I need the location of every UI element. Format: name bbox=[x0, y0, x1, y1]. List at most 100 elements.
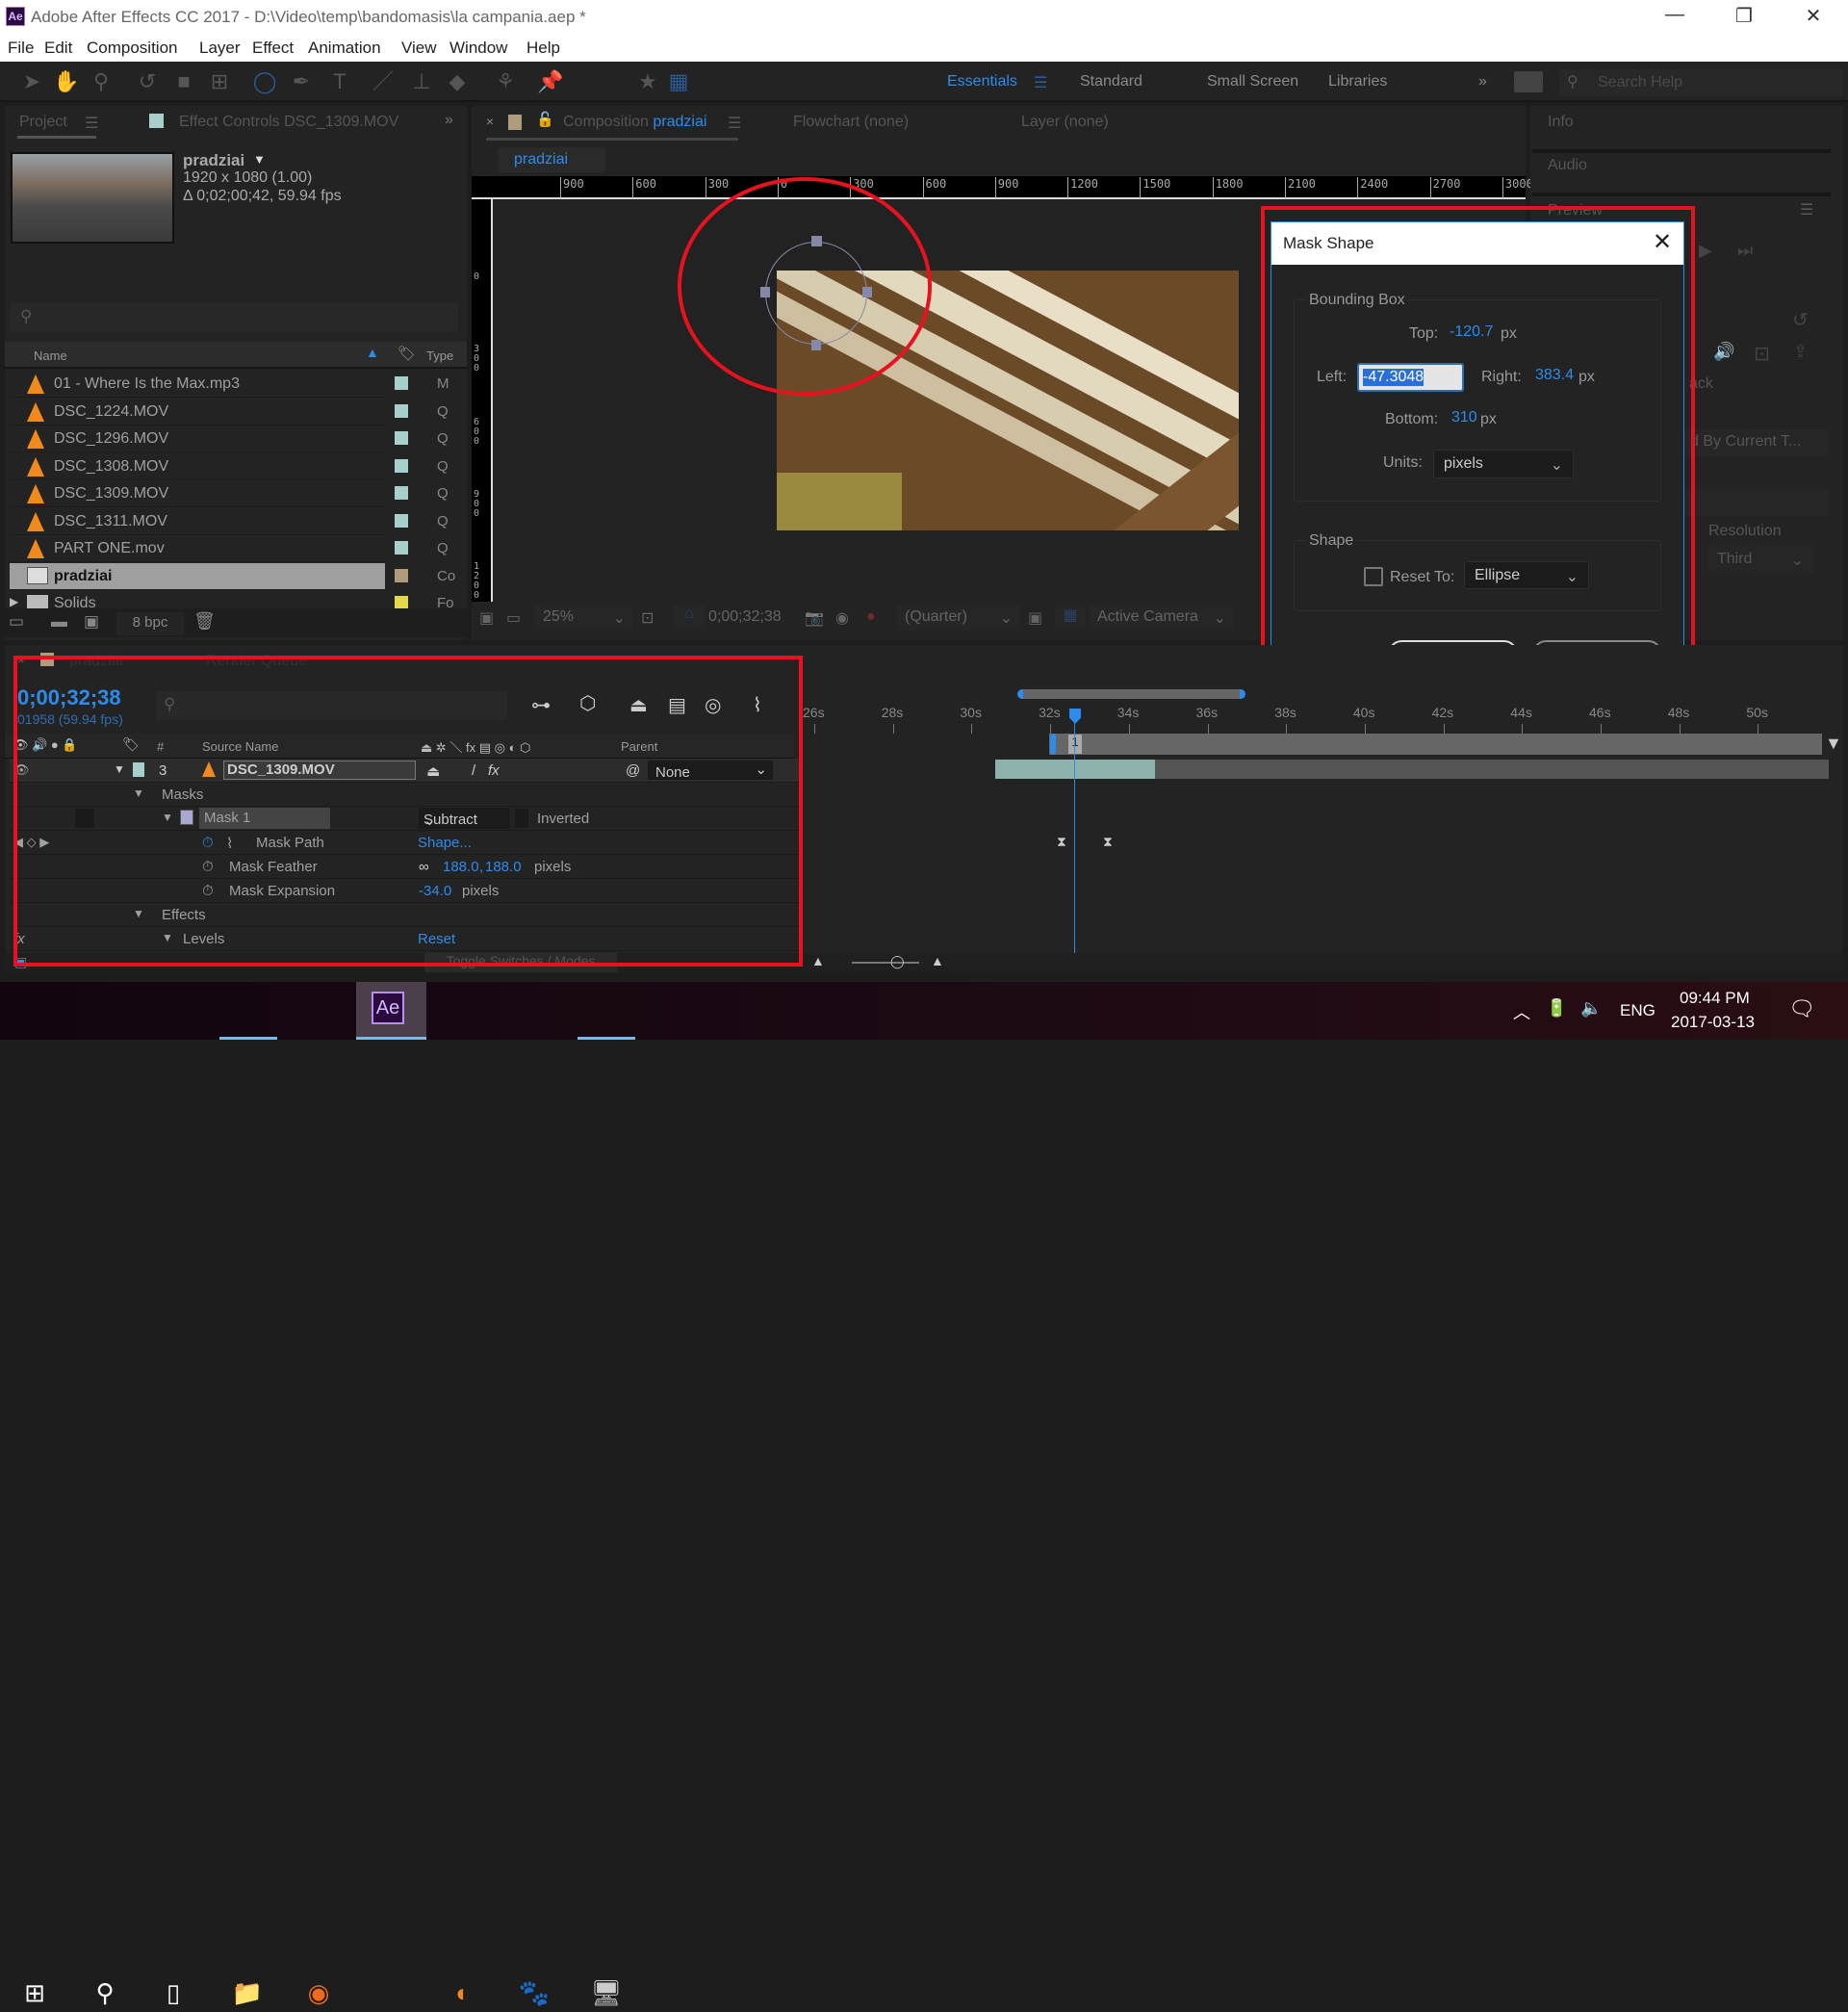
language-indicator[interactable]: ENG bbox=[1620, 1001, 1656, 1020]
gimp-icon[interactable]: 🐾 bbox=[515, 1973, 553, 2012]
start-button-icon[interactable]: ⊞ bbox=[15, 1973, 54, 2012]
column-name[interactable]: Name bbox=[34, 348, 67, 363]
preview-menu-icon[interactable]: ☰ bbox=[1800, 200, 1813, 219]
monitor-icon[interactable]: ▭ bbox=[506, 608, 521, 628]
task-view-icon[interactable]: ▯ bbox=[154, 1973, 192, 2012]
audio-icon[interactable]: 🔊 bbox=[1713, 342, 1734, 362]
camera-tool-icon[interactable]: ■ bbox=[171, 69, 196, 94]
label-color-swatch[interactable] bbox=[395, 596, 408, 609]
close-button[interactable]: ✕ bbox=[1784, 4, 1842, 28]
menu-window[interactable]: Window bbox=[449, 39, 507, 58]
minimize-button[interactable]: — bbox=[1646, 4, 1704, 26]
current-time-display[interactable]: 0;00;32;38 bbox=[708, 608, 782, 626]
right-value[interactable]: 383.4 bbox=[1535, 367, 1574, 384]
tab-flowchart[interactable]: Flowchart (none) bbox=[793, 114, 909, 131]
file-explorer-icon[interactable]: 📁 bbox=[228, 1973, 267, 2012]
search-help-input[interactable]: ⚲ Search Help bbox=[1559, 69, 1843, 96]
bit-depth-button[interactable]: 8 bpc bbox=[116, 612, 184, 635]
firefox-icon[interactable]: ◉ bbox=[299, 1973, 338, 2012]
tab-effect-controls[interactable]: Effect Controls DSC_1309.MOV bbox=[179, 114, 398, 131]
tab-info[interactable]: Info bbox=[1548, 114, 1574, 131]
resolution-select[interactable]: (Quarter) ⌄ bbox=[897, 606, 1020, 631]
clone-stamp-tool-icon[interactable]: ⊥ bbox=[409, 69, 434, 94]
project-item[interactable]: PART ONE.mov Q bbox=[10, 535, 449, 562]
tab-project[interactable]: Project bbox=[19, 114, 67, 131]
channel-icon[interactable]: ● bbox=[866, 608, 876, 626]
interpret-footage-icon[interactable]: ▭ bbox=[9, 612, 24, 632]
comp-marker[interactable]: 1 bbox=[1068, 735, 1082, 754]
zoom-slider-handle[interactable]: ◯ bbox=[890, 954, 905, 969]
zoom-in-icon[interactable]: ▲ bbox=[931, 953, 944, 968]
menu-edit[interactable]: Edit bbox=[44, 39, 72, 58]
snapshot-icon[interactable]: 📷 bbox=[805, 608, 824, 628]
comp-dropdown-icon[interactable]: ▼ bbox=[253, 152, 266, 167]
workspace-standard[interactable]: Standard bbox=[1080, 73, 1142, 90]
camera-select[interactable]: Active Camera ⌄ bbox=[1090, 606, 1234, 631]
volume-icon[interactable]: 🔈 bbox=[1580, 998, 1602, 1019]
expand-triangle-icon[interactable]: ▶ bbox=[10, 595, 18, 608]
project-item[interactable]: pradziai Co bbox=[10, 562, 455, 590]
left-input[interactable]: -47.3048 bbox=[1357, 363, 1464, 392]
clock-date[interactable]: 2017-03-13 bbox=[1671, 1013, 1755, 1032]
project-item[interactable]: DSC_1308.MOV Q bbox=[10, 453, 449, 480]
menu-layer[interactable]: Layer bbox=[199, 39, 241, 58]
range-select[interactable]: d By Current T... bbox=[1684, 429, 1829, 456]
work-area-navigator[interactable] bbox=[1017, 689, 1245, 699]
project-item[interactable]: DSC_1296.MOV Q bbox=[10, 426, 449, 452]
project-item[interactable]: DSC_1311.MOV Q bbox=[10, 508, 449, 535]
menu-help[interactable]: Help bbox=[526, 39, 560, 58]
comp-breadcrumb[interactable]: pradziai bbox=[498, 147, 605, 172]
menu-view[interactable]: View bbox=[401, 39, 437, 58]
label-color-swatch[interactable] bbox=[395, 513, 408, 528]
project-search-input[interactable]: ⚲ bbox=[11, 303, 458, 332]
hand-tool-icon[interactable]: ✋ bbox=[53, 69, 79, 94]
menu-effect[interactable]: Effect bbox=[252, 39, 294, 58]
workspace-small-screen[interactable]: Small Screen bbox=[1207, 73, 1298, 90]
action-center-icon[interactable]: 🗨 bbox=[1788, 996, 1815, 1021]
new-folder-icon[interactable]: ▬ bbox=[51, 612, 67, 632]
close-icon[interactable]: ✕ bbox=[1653, 228, 1672, 256]
mask-visibility-icon[interactable]: ⌂ bbox=[674, 606, 705, 631]
bottom-value[interactable]: 310 bbox=[1451, 409, 1477, 426]
lock-icon[interactable]: 🔓 bbox=[536, 111, 554, 128]
label-color-swatch[interactable] bbox=[395, 376, 408, 390]
pen-tool-icon[interactable]: ✒ bbox=[289, 69, 314, 94]
ellipse-tool-icon[interactable]: ◯ bbox=[252, 69, 277, 94]
show-snapshot-icon[interactable]: ◉ bbox=[835, 608, 849, 628]
pan-behind-tool-icon[interactable]: ⊞ bbox=[207, 69, 232, 94]
snapping-icon[interactable]: ▦ bbox=[666, 69, 691, 94]
restore-button[interactable]: ❐ bbox=[1715, 4, 1773, 28]
brush-tool-icon[interactable]: ／ bbox=[371, 69, 396, 94]
menu-animation[interactable]: Animation bbox=[308, 39, 381, 58]
zoom-out-icon[interactable]: ▲ bbox=[811, 953, 825, 968]
zoom-slider[interactable] bbox=[852, 962, 919, 964]
sort-ascending-icon[interactable]: ▲ bbox=[366, 345, 379, 360]
eraser-tool-icon[interactable]: ◆ bbox=[445, 69, 470, 94]
show-hidden-icons[interactable]: ︿ bbox=[1513, 999, 1530, 1024]
column-type[interactable]: Type bbox=[426, 348, 453, 363]
reset-shape-select[interactable]: Ellipse ⌄ bbox=[1464, 561, 1589, 589]
keyframe-icon[interactable]: ⧗ bbox=[1103, 834, 1113, 850]
tab-layer[interactable]: Layer (none) bbox=[1021, 114, 1109, 131]
search-icon[interactable]: ⚲ bbox=[86, 1973, 124, 2012]
puppet-pin-tool-icon[interactable]: 📌 bbox=[537, 69, 563, 94]
close-tab-icon[interactable]: × bbox=[486, 114, 494, 129]
selection-tool-icon[interactable]: ➤ bbox=[19, 69, 44, 94]
transparency-grid-icon[interactable]: ▦ bbox=[1055, 606, 1086, 631]
roto-brush-tool-icon[interactable]: ⚘ bbox=[493, 69, 518, 94]
reset-to-checkbox[interactable] bbox=[1364, 567, 1383, 586]
work-area-start-handle[interactable] bbox=[1050, 734, 1056, 755]
trash-icon[interactable]: 🗑 bbox=[193, 611, 216, 632]
units-select[interactable]: pixels ⌄ bbox=[1433, 450, 1574, 478]
panel-overflow-icon[interactable]: » bbox=[445, 112, 453, 129]
overlay-icon[interactable]: ⊡ bbox=[1754, 342, 1770, 366]
clock-time[interactable]: 09:44 PM bbox=[1680, 989, 1750, 1008]
workspace-menu-icon[interactable]: ☰ bbox=[1034, 73, 1047, 92]
resource-monitor-icon[interactable]: 🖥 bbox=[587, 1973, 626, 2012]
label-color-swatch[interactable] bbox=[395, 458, 408, 473]
menu-composition[interactable]: Composition bbox=[87, 39, 178, 58]
zoom-tool-icon[interactable]: ⚲ bbox=[89, 69, 114, 94]
project-item[interactable]: DSC_1224.MOV Q bbox=[10, 399, 449, 426]
label-column-icon[interactable]: 🏷 bbox=[398, 345, 416, 362]
top-value[interactable]: -120.7 bbox=[1450, 323, 1493, 341]
